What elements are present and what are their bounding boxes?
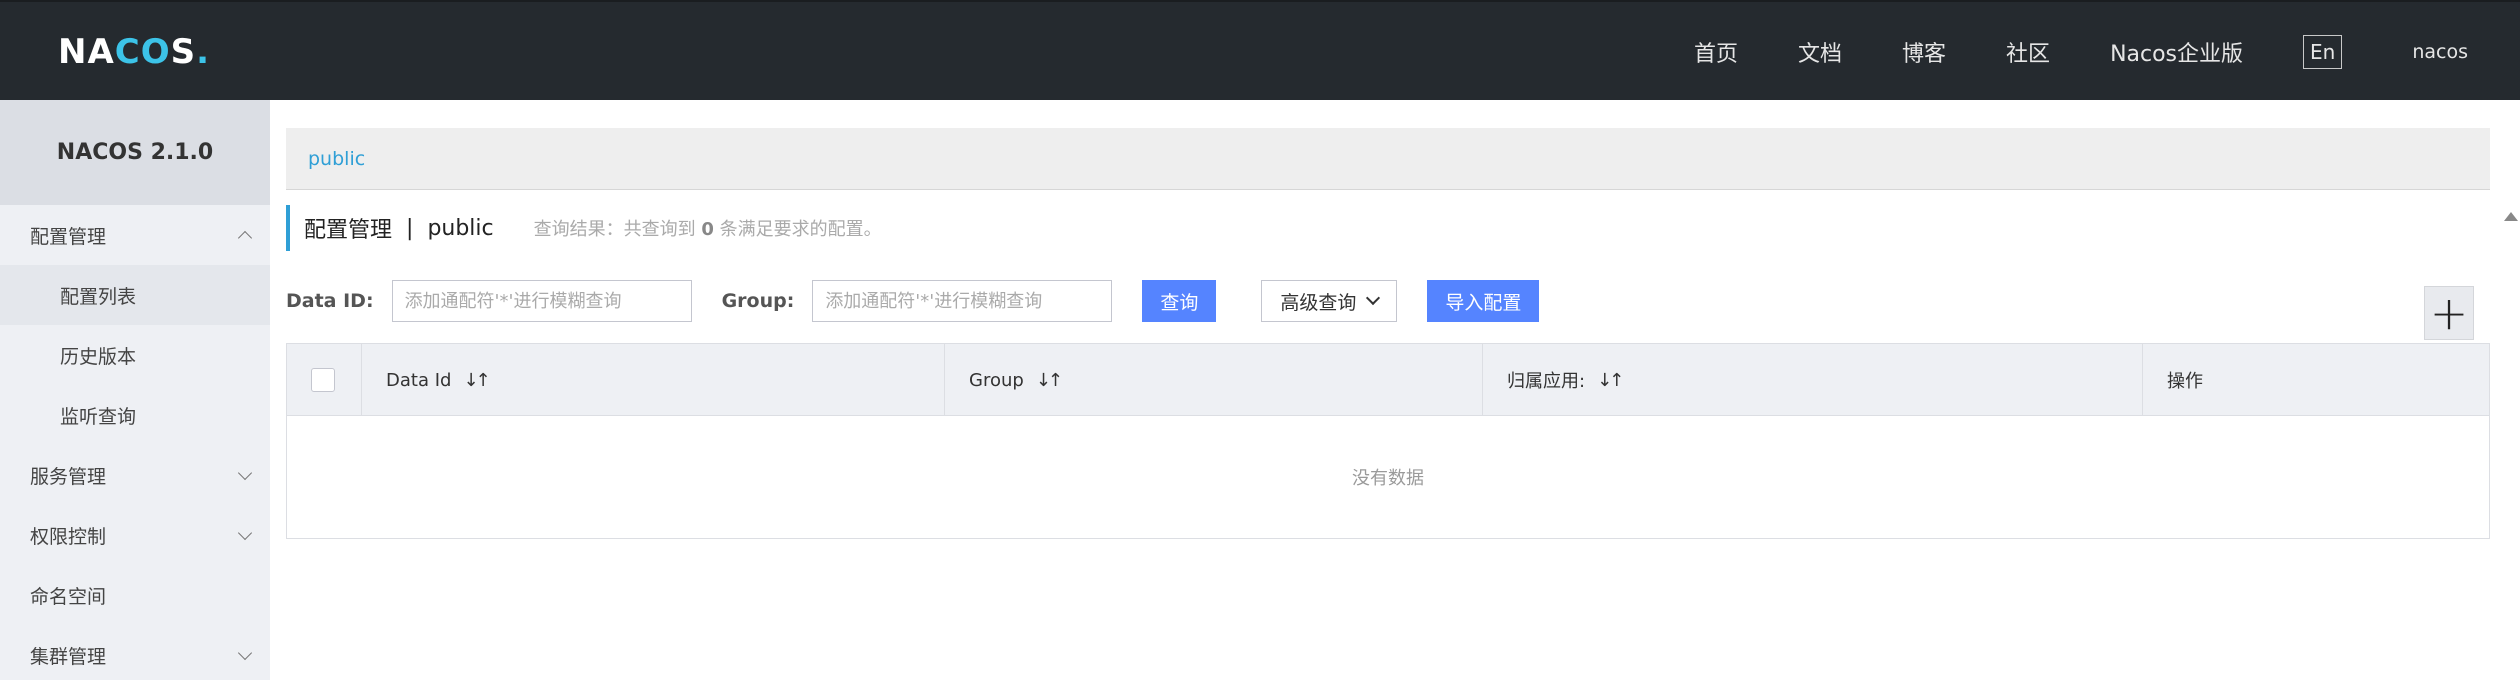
query-result-prefix: 查询结果：共查询到 <box>533 219 696 240</box>
sidebar-item-label: 权限控制 <box>30 525 107 548</box>
sidebar-item-access-control[interactable]: 权限控制 <box>0 505 270 565</box>
empty-state-text: 没有数据 <box>1352 468 1424 489</box>
group-input[interactable] <box>812 280 1113 322</box>
page-title: 配置管理 <box>304 218 393 243</box>
top-navbar: NA CO S. 首页 文档 博客 社区 Nacos企业版 En nacos <box>0 0 2520 100</box>
column-group[interactable]: Group ↓↑ <box>945 344 1483 416</box>
logo-text-na: NA <box>58 32 115 72</box>
sidebar-item-config-list[interactable]: 配置列表 <box>0 265 270 325</box>
logo-text-s: S <box>170 32 197 72</box>
sidebar-item-label: 服务管理 <box>30 465 107 488</box>
nav-home[interactable]: 首页 <box>1694 36 1738 68</box>
query-result-count: 0 <box>701 219 714 240</box>
sidebar-item-history[interactable]: 历史版本 <box>0 325 270 385</box>
scroll-up-arrow-icon[interactable] <box>2504 212 2518 221</box>
column-app[interactable]: 归属应用: ↓↑ <box>1483 344 2143 416</box>
page-header: 配置管理 | public 查询结果：共查询到 0 条满足要求的配置。 <box>286 205 882 251</box>
sidebar-item-label: 配置列表 <box>60 285 137 308</box>
add-config-button[interactable]: + <box>2424 286 2474 340</box>
data-id-label: Data ID: <box>286 290 374 312</box>
sort-icon[interactable]: ↓↑ <box>1597 370 1624 391</box>
page-namespace: public <box>427 215 494 241</box>
chevron-down-icon <box>1366 290 1381 306</box>
filter-bar: Data ID: Group: 查询 高级查询 导入配置 <box>286 278 2516 324</box>
chevron-down-icon <box>237 465 253 481</box>
sidebar-item-cluster-management[interactable]: 集群管理 <box>0 625 270 685</box>
sort-icon[interactable]: ↓↑ <box>463 370 490 391</box>
logo-text-co: CO <box>114 32 171 72</box>
advanced-query-button[interactable]: 高级查询 <box>1261 280 1398 322</box>
sidebar-item-service-management[interactable]: 服务管理 <box>0 445 270 505</box>
data-id-input[interactable] <box>391 280 692 322</box>
sidebar-item-namespace[interactable]: 命名空间 <box>0 565 270 625</box>
config-table: Data Id ↓↑ Group ↓↑ 归属应用: ↓↑ 操作 没有数据 <box>286 343 2490 539</box>
sidebar-version-title: NACOS 2.1.0 <box>0 100 270 205</box>
logo-dot: . <box>196 32 211 72</box>
chevron-down-icon <box>237 645 253 661</box>
sidebar-item-label: 集群管理 <box>30 645 107 668</box>
sidebar-item-label: 监听查询 <box>60 405 137 428</box>
group-label: Group: <box>721 290 795 312</box>
top-nav: 首页 文档 博客 社区 Nacos企业版 En nacos <box>1694 2 2520 102</box>
sidebar-item-label: 配置管理 <box>30 225 107 248</box>
sidebar-item-label: 命名空间 <box>30 585 107 608</box>
column-actions: 操作 <box>2143 344 2489 416</box>
query-button[interactable]: 查询 <box>1142 280 1217 322</box>
select-all-checkbox[interactable] <box>311 368 335 392</box>
column-label: 操作 <box>2167 371 2203 392</box>
sidebar-item-config-management[interactable]: 配置管理 <box>0 205 270 265</box>
select-all-cell <box>287 344 362 416</box>
table-header: Data Id ↓↑ Group ↓↑ 归属应用: ↓↑ 操作 <box>287 344 2489 416</box>
query-result-suffix: 条满足要求的配置。 <box>719 219 882 240</box>
user-menu[interactable]: nacos <box>2412 41 2468 63</box>
nav-enterprise[interactable]: Nacos企业版 <box>2110 36 2243 68</box>
main-content: public 配置管理 | public 查询结果：共查询到 0 条满足要求的配… <box>270 100 2520 680</box>
sidebar: NACOS 2.1.0 配置管理 配置列表 历史版本 监听查询 服务管理 权限控… <box>0 100 270 680</box>
column-data-id[interactable]: Data Id ↓↑ <box>362 344 945 416</box>
nav-docs[interactable]: 文档 <box>1798 36 1842 68</box>
nacos-logo[interactable]: NA CO S. <box>58 32 210 72</box>
sort-icon[interactable]: ↓↑ <box>1036 370 1063 391</box>
nav-blog[interactable]: 博客 <box>1902 36 1946 68</box>
title-separator: | <box>406 215 414 241</box>
chevron-up-icon <box>237 230 253 246</box>
sidebar-item-listener-query[interactable]: 监听查询 <box>0 385 270 445</box>
namespace-tab-public[interactable]: public <box>308 148 365 170</box>
namespace-bar: public <box>286 128 2490 190</box>
nav-community[interactable]: 社区 <box>2006 36 2050 68</box>
query-result-text: 查询结果：共查询到 0 条满足要求的配置。 <box>534 215 882 241</box>
column-label: Data Id <box>386 369 452 391</box>
import-config-button[interactable]: 导入配置 <box>1427 280 1540 322</box>
sidebar-item-label: 历史版本 <box>60 345 137 368</box>
chevron-down-icon <box>237 525 253 541</box>
column-label: 归属应用: <box>1507 371 1586 392</box>
column-label: Group <box>969 369 1024 391</box>
advanced-query-label: 高级查询 <box>1280 291 1357 314</box>
language-switch-button[interactable]: En <box>2303 35 2343 69</box>
